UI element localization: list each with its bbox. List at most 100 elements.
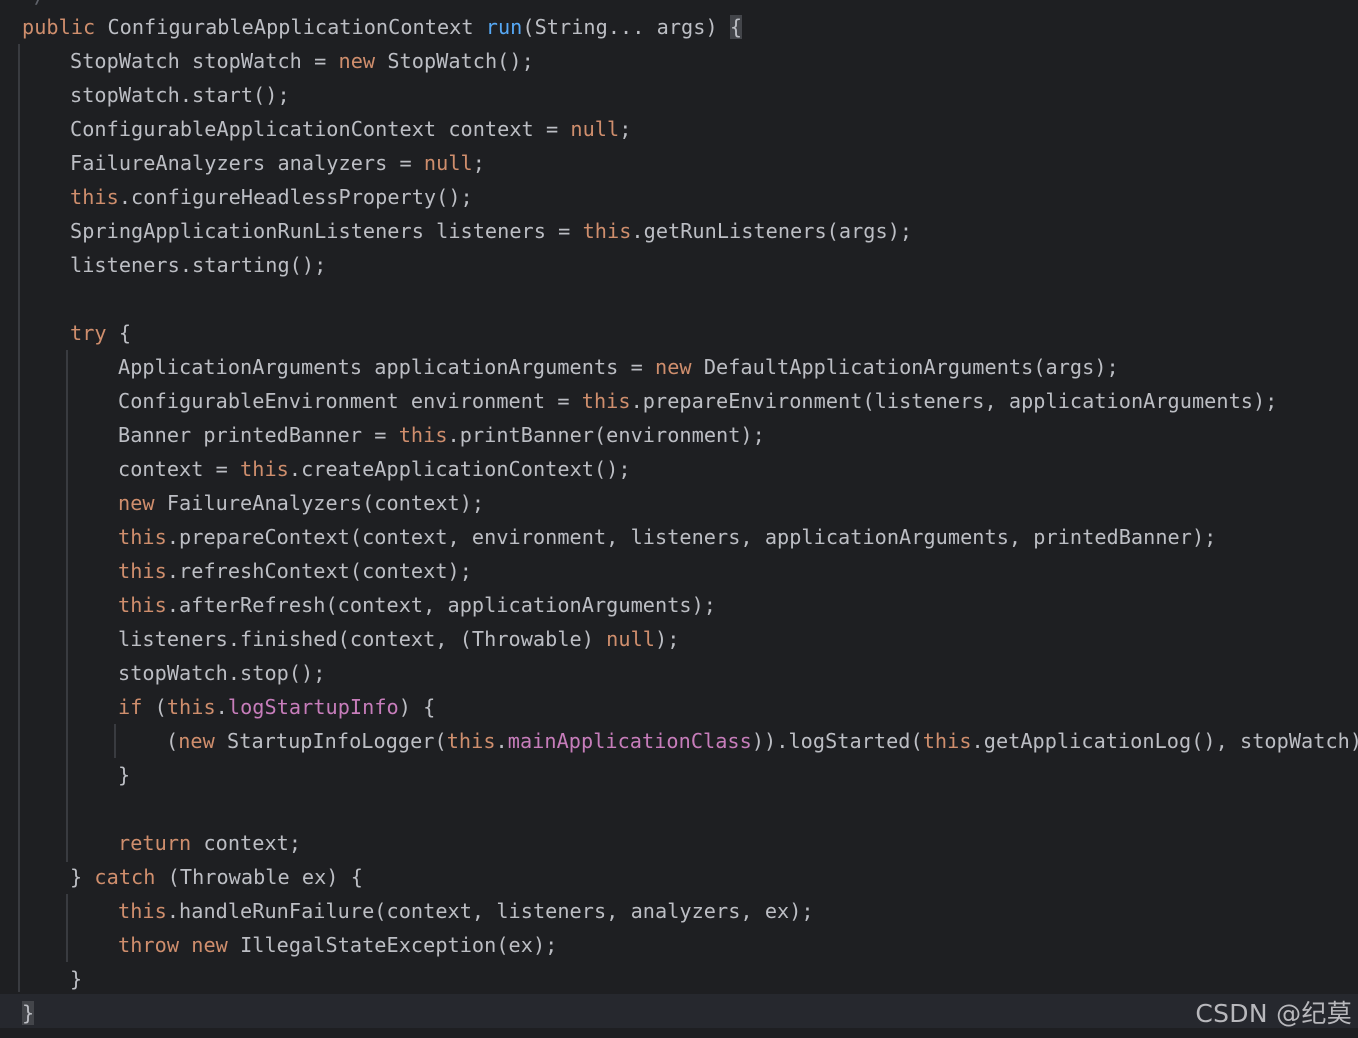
code-token: .getApplicationLog(), stopWatch); (971, 729, 1358, 753)
code-token: ; (619, 117, 632, 141)
code-line[interactable]: FailureAnalyzers analyzers = null; (70, 146, 485, 180)
code-token: ( (154, 695, 167, 719)
code-token: catch (94, 865, 168, 889)
code-token: .afterRefresh(context, applicationArgume… (166, 593, 717, 617)
code-editor[interactable]: */ public ConfigurableApplicationContext… (0, 0, 1358, 1038)
code-token: IllegalStateException(ex); (240, 933, 558, 957)
code-token: public (22, 15, 108, 39)
code-line[interactable]: } (70, 962, 82, 996)
code-token: this (446, 729, 496, 753)
code-line[interactable]: listeners.starting(); (70, 248, 326, 282)
code-token: new (178, 729, 228, 753)
code-token: ConfigurableApplicationContext (107, 15, 486, 39)
code-token: new (118, 491, 167, 515)
code-line[interactable]: StopWatch stopWatch = new StopWatch(); (70, 44, 534, 78)
code-token: } (70, 967, 83, 991)
comment-fragment: */ (22, 0, 46, 8)
code-line[interactable]: ConfigurableEnvironment environment = th… (118, 384, 1277, 418)
code-token: listeners.finished(context, (Throwable) (118, 627, 607, 651)
code-token: .refreshContext(context); (166, 559, 472, 583)
code-token: stopWatch.stop(); (118, 661, 326, 685)
code-token: )).logStarted( (751, 729, 923, 753)
code-token: this (581, 389, 631, 413)
code-token: (Throwable ex) { (167, 865, 363, 889)
code-token: this (118, 559, 167, 583)
code-line[interactable]: Banner printedBanner = this.printBanner(… (118, 418, 765, 452)
code-token: mainApplicationClass (507, 729, 752, 753)
code-token: StopWatch(); (387, 49, 534, 73)
code-token: this (118, 525, 167, 549)
code-line[interactable]: ApplicationArguments applicationArgument… (118, 350, 1119, 384)
code-token: ; (472, 151, 485, 175)
code-line[interactable]: (new StartupInfoLogger(this.mainApplicat… (166, 724, 1358, 758)
code-token: Banner printedBanner = (118, 423, 399, 447)
code-line[interactable]: if (this.logStartupInfo) { (118, 690, 435, 724)
code-token: } (70, 865, 95, 889)
code-token: this (922, 729, 972, 753)
code-token: this (398, 423, 448, 447)
code-line[interactable]: try { (70, 316, 131, 350)
code-token: run (485, 15, 523, 39)
code-token: this (240, 457, 289, 481)
code-line[interactable]: this.refreshContext(context); (118, 554, 472, 588)
code-token: context = (118, 457, 241, 481)
code-token: .handleRunFailure(context, listeners, an… (166, 899, 814, 923)
code-line[interactable]: } catch (Throwable ex) { (70, 860, 363, 894)
code-line[interactable]: return context; (118, 826, 301, 860)
code-token: if (118, 695, 155, 719)
code-line[interactable]: this.handleRunFailure(context, listeners… (118, 894, 814, 928)
code-line[interactable]: } (118, 758, 130, 792)
code-token: new (191, 933, 241, 957)
code-token: .prepareContext(context, environment, li… (166, 525, 1217, 549)
code-token: logStartupInfo (227, 695, 399, 719)
code-token: this (582, 219, 632, 243)
code-token: ) { (398, 695, 436, 719)
code-token: . (495, 729, 508, 753)
code-line[interactable]: stopWatch.start(); (70, 78, 290, 112)
code-token: } (118, 763, 131, 787)
code-token: null (570, 117, 620, 141)
code-token: .printBanner(environment); (447, 423, 765, 447)
code-token: try (70, 321, 119, 345)
code-line[interactable]: SpringApplicationRunListeners listeners … (70, 214, 912, 248)
code-token: . (215, 695, 228, 719)
code-token: this (166, 695, 216, 719)
code-token: ConfigurableApplicationContext context = (70, 117, 571, 141)
code-token: { (118, 321, 132, 345)
code-line[interactable]: new FailureAnalyzers(context); (118, 486, 484, 520)
code-line[interactable]: context = this.createApplicationContext(… (118, 452, 631, 486)
code-line[interactable]: stopWatch.stop(); (118, 656, 325, 690)
code-token: this (118, 899, 167, 923)
code-line[interactable]: } (22, 996, 35, 1030)
code-token: .prepareEnvironment(listeners, applicati… (630, 389, 1278, 413)
code-token: stopWatch.start(); (70, 83, 290, 107)
code-line[interactable]: this.configureHeadlessProperty(); (70, 180, 473, 214)
code-line[interactable]: listeners.finished(context, (Throwable) … (118, 622, 679, 656)
code-token: ); (654, 627, 680, 651)
code-line[interactable]: this.afterRefresh(context, applicationAr… (118, 588, 716, 622)
indent-guide-catch (66, 894, 68, 962)
indent-guide-if (114, 724, 116, 758)
code-line[interactable]: this.prepareContext(context, environment… (118, 520, 1216, 554)
code-token: listeners.starting(); (70, 253, 327, 277)
code-token: SpringApplicationRunListeners listeners … (70, 219, 583, 243)
code-token: StartupInfoLogger( (227, 729, 447, 753)
code-token: ConfigurableEnvironment environment = (118, 389, 582, 413)
code-token: (String... args) (522, 15, 730, 39)
code-token: { (729, 15, 743, 39)
code-token: .configureHeadlessProperty(); (118, 185, 473, 209)
code-token: FailureAnalyzers analyzers = (70, 151, 424, 175)
code-line[interactable]: public ConfigurableApplicationContext ru… (22, 10, 743, 44)
code-token: StopWatch stopWatch = (70, 49, 339, 73)
code-token: DefaultApplicationArguments(args); (703, 355, 1119, 379)
indent-guide-try (66, 350, 68, 862)
code-token: } (22, 1001, 35, 1025)
watermark: CSDN @纪莫 (1195, 999, 1352, 1028)
code-token: new (338, 49, 388, 73)
code-line[interactable]: throw new IllegalStateException(ex); (118, 928, 557, 962)
code-token: .createApplicationContext(); (288, 457, 631, 481)
code-line[interactable]: ConfigurableApplicationContext context =… (70, 112, 631, 146)
code-token: this (118, 593, 167, 617)
code-token: FailureAnalyzers(context); (166, 491, 485, 515)
code-token: null (423, 151, 473, 175)
